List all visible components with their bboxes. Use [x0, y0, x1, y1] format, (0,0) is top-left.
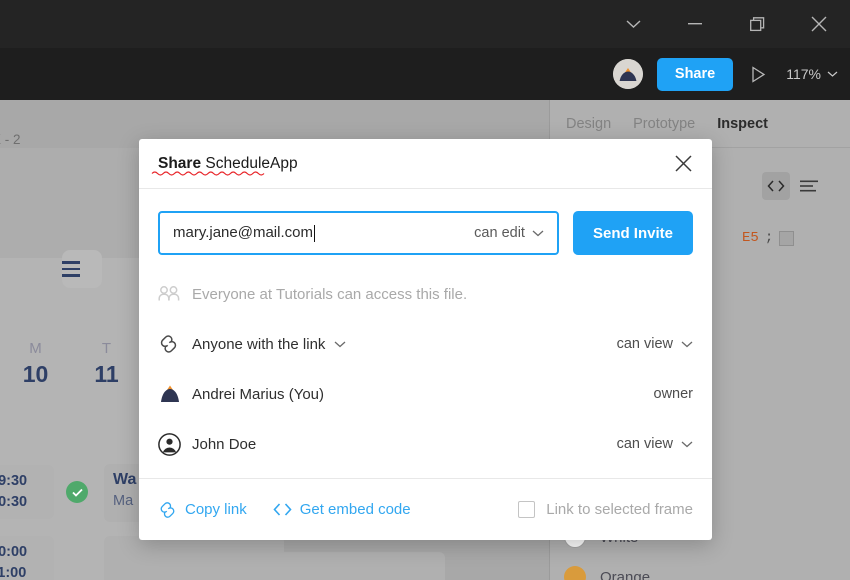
user-permission-dropdown[interactable]: can view: [617, 436, 693, 452]
color-style-label: Orange: [600, 568, 651, 580]
inspect-code-value: E5 ;: [742, 230, 795, 246]
send-invite-button[interactable]: Send Invite: [572, 211, 693, 255]
share-modal: Share ScheduleApp mary.jane@mail.com can…: [139, 139, 712, 540]
list-item-right: can view: [616, 336, 673, 352]
chevron-down-icon: [681, 441, 693, 447]
hamburger-menu-icon[interactable]: [62, 250, 102, 288]
permission-list: Everyone at Tutorials can access this fi…: [139, 255, 712, 469]
slot-start-time: 10:00: [0, 543, 28, 560]
inspect-view-toggle: [762, 172, 818, 200]
zoom-control[interactable]: 117%: [784, 66, 838, 82]
link-to-frame-label: Link to selected frame: [546, 501, 693, 518]
status-check-badge: [66, 481, 88, 503]
list-item-right: can view: [616, 436, 673, 452]
list-item-right: owner: [653, 386, 694, 402]
list-item-label: Anyone with the link: [192, 335, 326, 353]
text-caret: [313, 224, 315, 242]
app-toolbar: Share 117%: [0, 48, 850, 100]
tab-inspect[interactable]: Inspect: [717, 116, 768, 132]
list-item-label: Andrei Marius (You): [192, 385, 325, 403]
time-slot-label: 10:00 11:00: [0, 536, 54, 580]
calendar-day[interactable]: M 10: [0, 340, 71, 406]
copy-link-label: Copy link: [185, 501, 247, 518]
day-letter: M: [29, 340, 42, 357]
avatar[interactable]: [612, 59, 643, 89]
present-play-icon[interactable]: [747, 65, 770, 83]
calendar-day[interactable]: T 11: [71, 340, 142, 406]
list-item[interactable]: Andrei Marius (You) owner: [158, 369, 693, 419]
code-token: E5: [742, 230, 759, 246]
modal-footer: Copy link Get embed code Link to selecte…: [139, 478, 712, 540]
close-icon[interactable]: [671, 151, 696, 176]
embed-code-label: Get embed code: [299, 501, 411, 518]
link-permission-dropdown[interactable]: can view: [617, 336, 693, 352]
code-icon: [273, 503, 292, 516]
slot-end-time: 11:00: [0, 565, 27, 580]
time-slot-label: 09:30 10:30: [0, 465, 54, 519]
day-number: 11: [94, 361, 119, 387]
modal-header: Share ScheduleApp: [139, 139, 712, 189]
copy-link-button[interactable]: Copy link: [158, 501, 247, 519]
list-item: Everyone at Tutorials can access this fi…: [158, 269, 693, 319]
search-input[interactable]: mary.jane@mail.com: [173, 224, 313, 243]
tab-design[interactable]: Design: [566, 116, 611, 132]
modal-title-prefix: Share: [158, 154, 202, 172]
color-swatch-icon: [779, 230, 795, 246]
day-letter: T: [101, 340, 112, 357]
minimize-icon[interactable]: [664, 0, 726, 48]
modal-title-filename: ScheduleApp: [205, 154, 298, 172]
person-avatar-icon: [158, 432, 192, 456]
code-icon[interactable]: [762, 172, 790, 200]
slot-end-time: 10:30: [0, 494, 28, 510]
link-to-frame-checkbox[interactable]: [518, 501, 536, 518]
chevron-down-icon: [532, 230, 544, 236]
list-icon[interactable]: [800, 180, 818, 192]
artboard-label[interactable]: 11 Pro / X - 2: [0, 132, 21, 147]
link-icon: [160, 501, 175, 518]
tab-prototype[interactable]: Prototype: [633, 116, 695, 132]
invite-email-field[interactable]: mary.jane@mail.com can edit: [151, 171, 559, 255]
list-item-label: Everyone at Tutorials can access this fi…: [192, 285, 468, 303]
zoom-level-label: 117%: [786, 66, 821, 82]
color-swatch-icon: [564, 566, 586, 580]
invite-permission-value: can edit: [474, 225, 525, 241]
chevron-down-icon: [334, 341, 346, 347]
day-number: 10: [22, 361, 49, 387]
list-item-label-group[interactable]: Anyone with the link: [192, 336, 617, 353]
app-root: Share 117% 11 Pro / X - 2 M 10 T 11: [0, 0, 850, 580]
chevron-down-icon: [827, 71, 838, 77]
invite-row: mary.jane@mail.com can edit Send Invite: [139, 171, 712, 255]
close-icon[interactable]: [788, 0, 850, 48]
people-icon: [158, 286, 192, 302]
get-embed-code-button[interactable]: Get embed code: [273, 501, 411, 518]
email-input-wrap[interactable]: mary.jane@mail.com: [151, 171, 315, 243]
spellcheck-underline-icon: [151, 171, 265, 176]
chevron-down-icon[interactable]: [602, 0, 664, 48]
mountain-avatar-icon: [158, 383, 192, 405]
maximize-icon[interactable]: [726, 0, 788, 48]
chevron-down-icon: [681, 341, 693, 347]
list-item[interactable]: John Doe can view: [158, 419, 693, 469]
window-titlebar: [0, 0, 850, 48]
code-semicolon: ;: [764, 230, 774, 246]
share-button[interactable]: Share: [656, 57, 734, 91]
canvas-card[interactable]: [115, 552, 445, 580]
slot-start-time: 09:30: [0, 472, 28, 489]
color-style-item[interactable]: Orange: [564, 566, 650, 580]
link-to-frame-option[interactable]: Link to selected frame: [518, 501, 693, 518]
link-icon: [158, 334, 192, 354]
list-item[interactable]: Anyone with the link can view: [158, 319, 693, 369]
list-item-label: John Doe: [192, 435, 257, 453]
invite-permission-dropdown[interactable]: can edit: [474, 225, 544, 241]
